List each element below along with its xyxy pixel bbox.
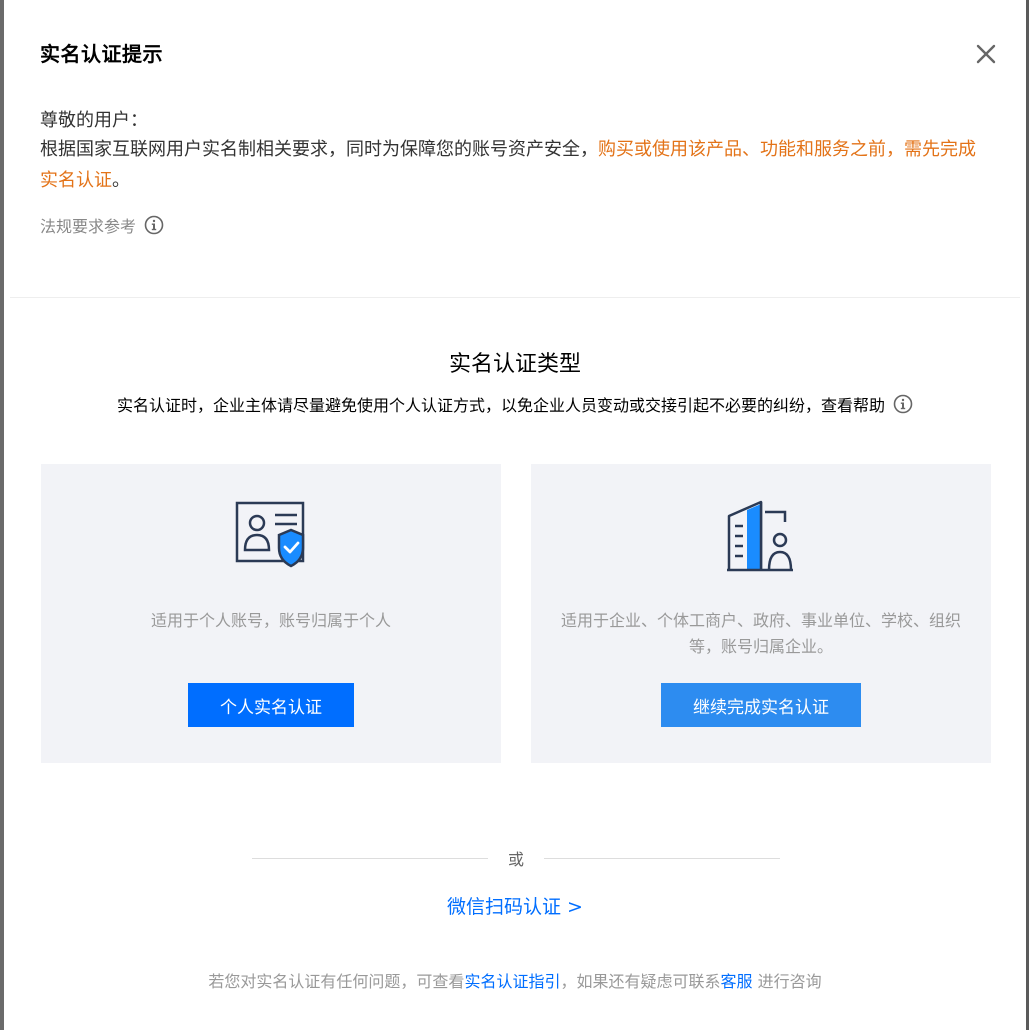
id-card-shield-icon	[235, 500, 307, 572]
verification-description-text: 实名认证时，企业主体请尽量避免使用个人认证方式，以免企业人员变动或交接引起不必要…	[116, 396, 885, 415]
personal-verification-button[interactable]: 个人实名认证	[188, 683, 354, 727]
or-line-left	[252, 857, 488, 859]
greeting-text: 尊敬的用户：	[40, 110, 148, 131]
verification-type-description: 实名认证时，企业主体请尽量避免使用个人认证方式，以免企业人员变动或交接引起不必要…	[4, 392, 1026, 416]
notice-end: 。	[112, 170, 130, 191]
personal-verification-card: 适用于个人账号，账号归属于个人 个人实名认证	[41, 464, 501, 763]
personal-card-description: 适用于个人账号，账号归属于个人	[150, 611, 391, 630]
notice-text: 根据国家互联网用户实名制相关要求，同时为保障您的账号资产安全，购买或使用该产品、…	[40, 134, 990, 196]
real-name-dialog: 实名认证提示 尊敬的用户： 根据国家互联网用户实名制相关要求，同时为保障您的账号…	[4, 0, 1026, 1030]
info-icon[interactable]	[144, 215, 164, 235]
help-info-icon[interactable]	[893, 394, 913, 414]
dialog-title: 实名认证提示	[40, 42, 163, 66]
footer-help-text: 若您对实名认证有任何问题，可查看实名认证指引，如果还有疑虑可联系客服 进行咨询	[4, 968, 1026, 992]
verification-type-title: 实名认证类型	[448, 352, 581, 377]
or-separator: 或	[252, 846, 781, 870]
law-reference-link[interactable]: 法规要求参考	[40, 213, 164, 237]
footer-suffix: 进行咨询	[752, 972, 822, 991]
or-line-right	[544, 857, 781, 859]
wechat-scan-verify-link[interactable]: 微信扫码认证 >	[4, 892, 1026, 919]
or-label: 或	[508, 850, 525, 869]
verification-guide-link[interactable]: 实名认证指引	[464, 972, 560, 991]
enterprise-verification-card: 适用于企业、个体工商户、政府、事业单位、学校、组织等，账号归属企业。 继续完成实…	[531, 464, 991, 763]
customer-service-link[interactable]: 客服	[720, 972, 752, 991]
building-person-icon	[725, 500, 797, 576]
close-button[interactable]	[974, 42, 998, 66]
enterprise-card-description: 适用于企业、个体工商户、政府、事业单位、学校、组织等，账号归属企业。	[560, 611, 961, 656]
notice-normal: 根据国家互联网用户实名制相关要求，同时为保障您的账号资产安全，	[40, 139, 598, 160]
enterprise-verification-button[interactable]: 继续完成实名认证	[661, 683, 861, 727]
law-reference-label: 法规要求参考	[40, 217, 137, 236]
close-icon	[976, 44, 996, 64]
footer-middle: ，如果还有疑虑可联系	[560, 972, 721, 991]
footer-prefix: 若您对实名认证有任何问题，可查看	[208, 972, 465, 991]
section-divider	[10, 297, 1020, 298]
